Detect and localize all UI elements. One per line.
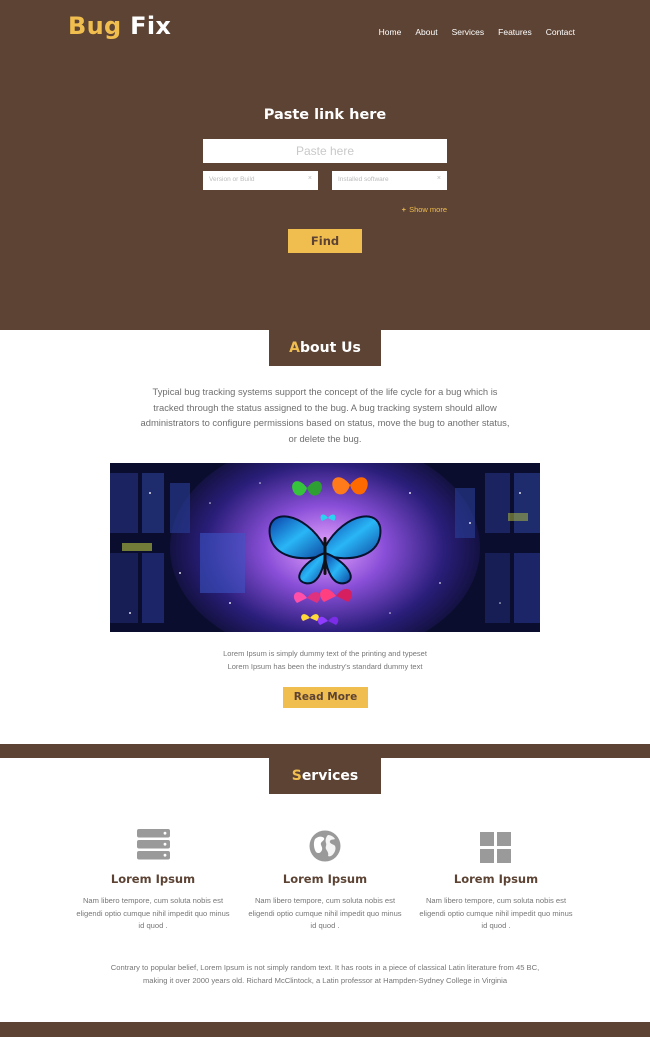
globe-icon [309,830,341,867]
nav-contact[interactable]: Contact [546,27,575,37]
hero-section: Bug Fix Home About Services Features Con… [0,0,650,330]
nav-services[interactable]: Services [452,27,485,37]
butterfly-illustration [110,463,540,632]
software-select[interactable]: Installed software × [332,171,447,190]
clear-icon[interactable]: × [308,175,312,182]
services-heading-rest: ervices [301,768,359,784]
section-divider-band [0,744,650,758]
about-lorem-line-2: Lorem Ipsum has been the industry's stan… [227,661,423,671]
about-heading-first-letter: A [289,340,300,356]
nav-about[interactable]: About [415,27,437,37]
find-button[interactable]: Find [288,229,362,253]
plus-icon: + [401,205,407,214]
services-heading-first-letter: S [291,768,302,784]
service-description: Nam libero tempore, cum soluta nobis est… [419,896,573,931]
service-title: Lorem Ipsum [282,872,368,886]
services-footer-text: Contrary to popular belief, Lorem Ipsum … [110,963,540,985]
services-heading: Services [269,758,381,794]
about-description: Typical bug tracking systems support the… [140,386,510,444]
main-nav: Home About Services Features Contact [379,27,575,37]
server-icon [137,829,170,865]
nav-home[interactable]: Home [379,27,402,37]
butterfly-banner-image [110,463,540,632]
logo-word-bug: Bug [68,12,122,40]
nav-features[interactable]: Features [498,27,532,37]
service-title: Lorem Ipsum [453,872,539,886]
paste-link-input[interactable] [203,139,447,163]
show-more-label: Show more [409,205,447,214]
logo[interactable]: Bug Fix [68,12,171,40]
service-title: Lorem Ipsum [110,872,196,886]
clear-icon[interactable]: × [437,175,441,182]
version-select-label: Version or Build [209,176,255,183]
grid-icon [480,832,511,868]
about-heading: About Us [269,330,381,366]
about-heading-rest: bout Us [299,340,361,356]
footer-band [0,1022,650,1037]
hero-title: Paste link here [263,107,387,123]
read-more-button[interactable]: Read More [283,687,368,708]
logo-word-fix: Fix [130,12,172,40]
about-lorem-text: Lorem Ipsum is simply dummy text of the … [0,648,650,673]
service-description: Nam libero tempore, cum soluta nobis est… [76,896,230,931]
show-more-link[interactable]: + Show more [402,205,447,214]
software-select-label: Installed software [338,176,389,183]
version-select[interactable]: Version or Build × [203,171,318,190]
about-lorem-line-1: Lorem Ipsum is simply dummy text of the … [223,649,427,658]
service-description: Nam libero tempore, cum soluta nobis est… [248,896,402,931]
